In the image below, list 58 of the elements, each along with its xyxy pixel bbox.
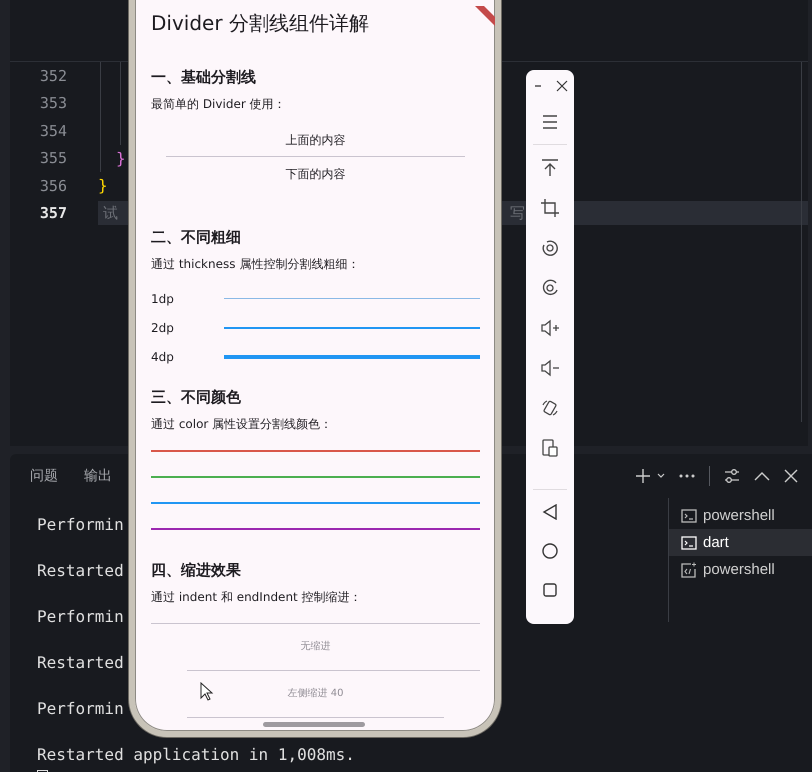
overview-icon[interactable]: [542, 582, 558, 598]
section-heading: 二、不同粗细: [151, 227, 242, 247]
more-icon[interactable]: [679, 474, 695, 478]
terminal-line: Restarted application in 1,008ms.: [37, 744, 355, 766]
home-icon[interactable]: [541, 542, 559, 560]
indent-label: 左侧缩进 40: [288, 686, 344, 701]
chevron-down-icon[interactable]: [657, 473, 665, 479]
menu-icon[interactable]: [541, 114, 559, 130]
section-heading: 三、不同颜色: [151, 387, 242, 407]
content-text: 下面的内容: [284, 166, 346, 182]
section-description: 通过 color 属性设置分割线颜色：: [151, 416, 334, 432]
terminal-icon: [681, 508, 697, 524]
section-description: 通过 thickness 属性控制分割线粗细：: [151, 256, 360, 272]
line-number: 357: [38, 204, 67, 222]
close-icon[interactable]: [556, 80, 568, 92]
arrow-up-to-line-icon[interactable]: [541, 159, 559, 177]
chevron-up-icon[interactable]: [754, 471, 770, 481]
thickness-label: 1dp: [151, 292, 175, 306]
fold-device-icon[interactable]: [541, 439, 559, 457]
panel-tab[interactable]: 问题: [30, 463, 58, 489]
section-heading: 一、基础分割线: [151, 67, 257, 87]
terminal-line: Performin: [37, 606, 124, 628]
rotate-device-icon[interactable]: [541, 399, 559, 417]
line-number: 355: [38, 149, 67, 168]
terminal-session[interactable]: dart: [669, 529, 812, 556]
sliders-icon[interactable]: [724, 468, 740, 484]
page-title: Divider 分割线组件详解: [151, 10, 370, 37]
inline-suggestion: 试: [103, 204, 118, 223]
section-description: 通过 indent 和 endIndent 控制缩进：: [151, 589, 363, 605]
terminal-line: Performin: [37, 514, 124, 536]
terminal-line: Performin: [37, 698, 124, 720]
inline-suggestion: 写: [510, 204, 525, 223]
code-sparkle-icon: [681, 562, 697, 578]
section-description: 最简单的 Divider 使用：: [151, 96, 287, 112]
brace: }: [116, 148, 126, 168]
terminal-line: Restarted: [37, 652, 124, 674]
indent-label: 无缩进: [300, 640, 330, 654]
thickness-label: 4dp: [151, 350, 175, 364]
section-heading: 四、缩进效果: [151, 560, 242, 580]
terminal-session[interactable]: powershell: [669, 502, 812, 529]
line-number: 353: [38, 94, 67, 112]
crop-icon[interactable]: [541, 199, 559, 217]
volume-down-icon[interactable]: [540, 359, 560, 377]
line-number: 356: [38, 176, 67, 195]
mouse-cursor-icon: [200, 682, 214, 702]
terminal-line: Restarted: [37, 560, 124, 582]
line-number: 352: [38, 66, 67, 85]
line-number: 354: [38, 122, 67, 140]
terminal-icon: [681, 534, 697, 550]
terminal-session[interactable]: powershell: [669, 556, 812, 583]
debug-banner: [475, 6, 495, 26]
add-icon[interactable]: [635, 468, 651, 484]
content-text: 上面的内容: [284, 132, 346, 148]
volume-up-icon[interactable]: [540, 319, 560, 337]
thickness-label: 2dp: [151, 320, 175, 334]
panel-tab[interactable]: 输出: [84, 463, 112, 489]
brace: }: [98, 176, 108, 196]
back-icon[interactable]: [542, 504, 558, 520]
